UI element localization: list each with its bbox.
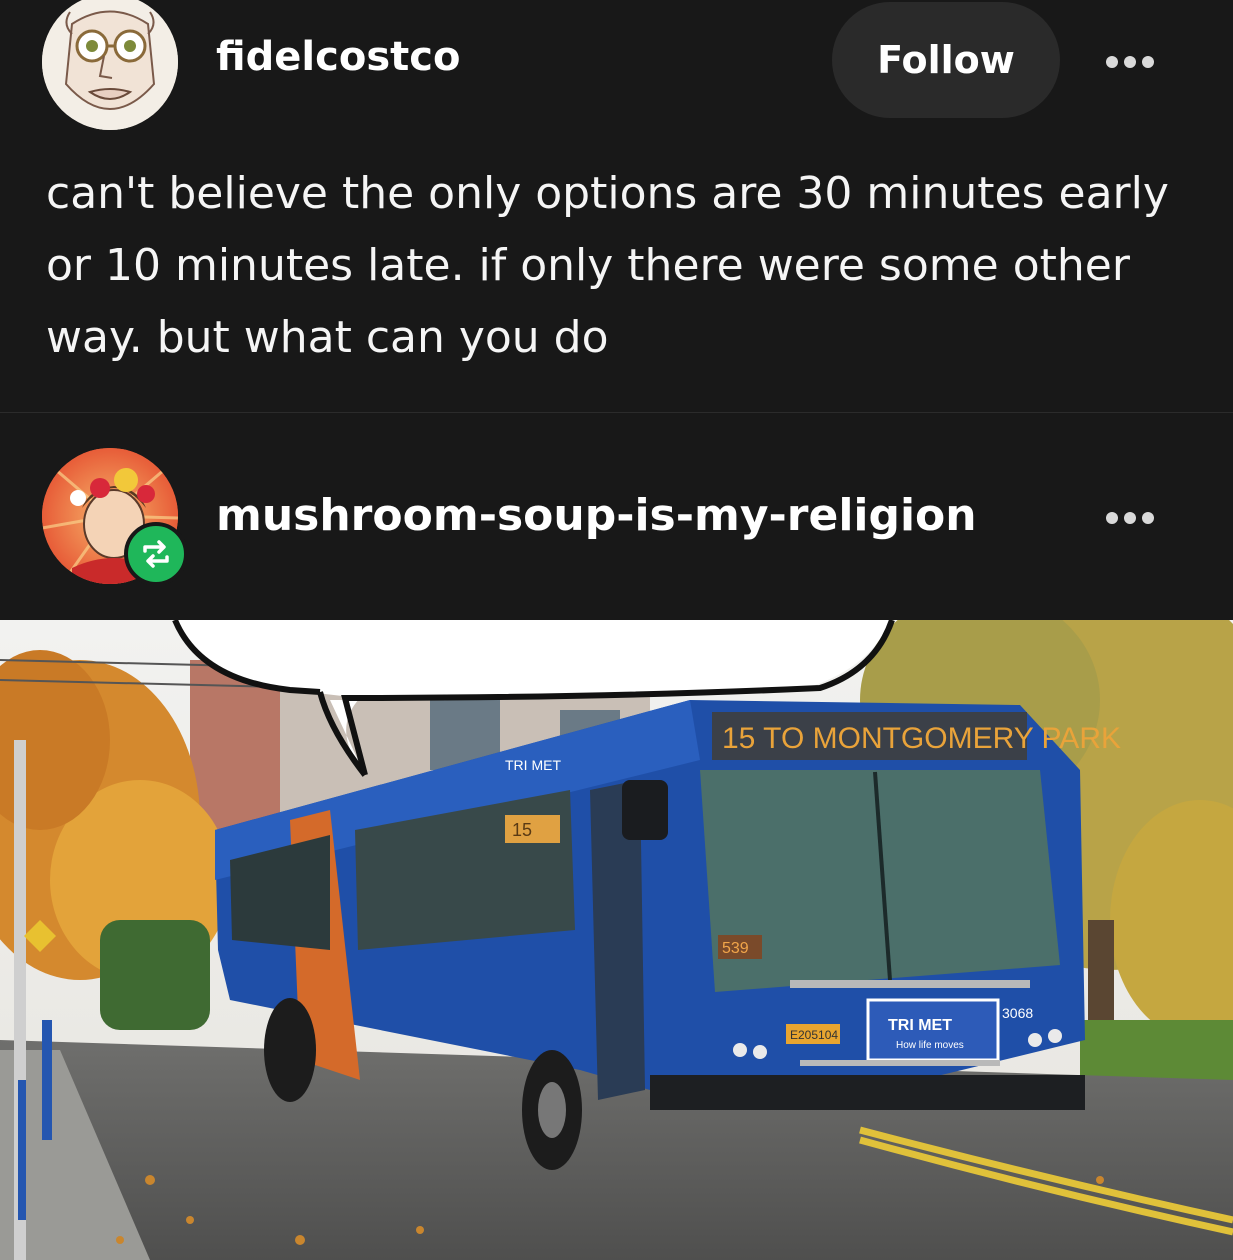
svg-text:E205104: E205104 <box>790 1028 838 1042</box>
post-body-text: can't believe the only options are 30 mi… <box>46 168 1169 363</box>
bus-photo: 15 TO MONTGOMERY PARK 15 539 TRI MET TRI… <box>0 620 1233 1260</box>
route-sign-text: 15 TO MONTGOMERY PARK <box>722 722 1121 755</box>
more-options-icon[interactable] <box>1106 52 1170 72</box>
svg-text:TRI MET: TRI MET <box>888 1017 952 1034</box>
svg-text:TRI MET: TRI MET <box>505 757 561 773</box>
post-author-name[interactable]: fidelcostco <box>216 34 460 80</box>
post-header: fidelcostco Follow <box>0 0 1233 130</box>
svg-text:15: 15 <box>512 820 532 840</box>
avatar[interactable] <box>42 0 178 130</box>
svg-text:How life moves: How life moves <box>896 1040 964 1051</box>
reblog-more-options-icon[interactable] <box>1106 508 1170 528</box>
avatar-drawing <box>42 0 178 130</box>
divider <box>0 412 1233 413</box>
svg-text:539: 539 <box>722 940 749 957</box>
reblog-author-name[interactable]: mushroom-soup-is-my-religion <box>216 490 977 541</box>
reblog-icon <box>124 522 188 586</box>
post-image[interactable]: 15 TO MONTGOMERY PARK 15 539 TRI MET TRI… <box>0 620 1233 1260</box>
svg-text:3068: 3068 <box>1002 1005 1033 1021</box>
follow-button[interactable]: Follow <box>832 2 1060 118</box>
